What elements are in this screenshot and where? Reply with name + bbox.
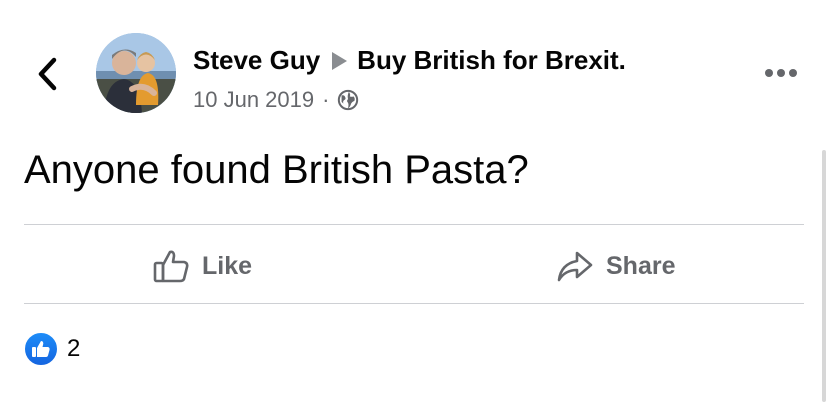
post-meta: 10 Jun 2019 · bbox=[193, 87, 359, 113]
reaction-count: 2 bbox=[67, 335, 81, 362]
avatar[interactable] bbox=[96, 33, 176, 113]
divider-bottom bbox=[24, 303, 804, 304]
like-button[interactable]: Like bbox=[152, 243, 252, 289]
like-label: Like bbox=[202, 251, 253, 280]
share-label: Share bbox=[606, 251, 676, 280]
meta-separator: · bbox=[322, 87, 330, 112]
scrollbar[interactable] bbox=[822, 150, 826, 402]
more-horizontal-icon bbox=[765, 69, 797, 77]
post-header: Steve Guy Buy British for Brexit. bbox=[193, 45, 626, 76]
chevron-left-icon bbox=[38, 57, 57, 91]
avatar-photo bbox=[96, 33, 176, 113]
share-arrow-icon bbox=[557, 251, 593, 282]
like-reaction-icon bbox=[24, 332, 58, 366]
reactions-summary[interactable]: 2 bbox=[24, 332, 80, 366]
thumbs-up-icon bbox=[153, 250, 189, 283]
share-button[interactable]: Share bbox=[556, 243, 675, 289]
back-button[interactable] bbox=[30, 56, 64, 92]
author-name[interactable]: Steve Guy bbox=[193, 45, 320, 76]
triangle-right-icon bbox=[332, 51, 348, 70]
globe-icon bbox=[338, 89, 359, 111]
group-name[interactable]: Buy British for Brexit. bbox=[357, 45, 626, 76]
divider-top bbox=[24, 224, 804, 225]
post-text: Anyone found British Pasta? bbox=[24, 148, 529, 192]
more-options-button[interactable] bbox=[762, 62, 800, 84]
post-date[interactable]: 10 Jun 2019 bbox=[193, 87, 314, 113]
